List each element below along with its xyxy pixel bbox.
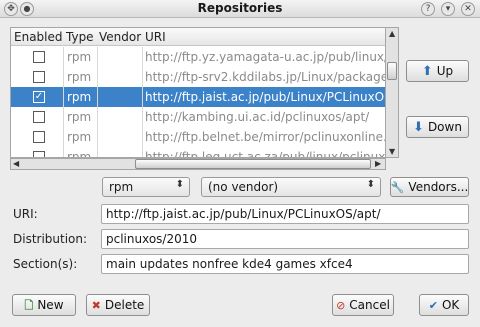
column-separator [142, 107, 143, 127]
column-separator [63, 107, 64, 127]
table-row[interactable]: rpm http://ftp.yz.yamagata-u.ac.jp/pub/li… [11, 47, 385, 67]
enabled-checkbox[interactable]: ✓ [33, 91, 45, 103]
column-separator [63, 87, 64, 107]
scroll-right-arrow-icon[interactable]: ▶ [375, 159, 381, 168]
vendor-select[interactable]: (no vendor) ⬍ [201, 177, 381, 197]
sections-field[interactable]: main updates nonfree kde4 games xfce4 [101, 254, 469, 274]
type-cell: rpm [67, 70, 92, 84]
uri-cell: http://ftp.jaist.ac.jp/pub/Linux/PCLinux… [145, 90, 386, 104]
delete-x-icon: ✖ [91, 298, 101, 312]
table-row[interactable]: rpm http://ftp.belnet.be/mirror/pclinuxon… [11, 127, 385, 147]
column-separator [63, 147, 64, 157]
type-select[interactable]: rpm ⬍ [102, 177, 190, 197]
column-separator [63, 47, 64, 67]
column-header-type[interactable]: Type [66, 30, 94, 44]
uri-cell: http://kambing.ui.ac.id/pclinuxos/apt/ [145, 110, 370, 124]
table-vertical-scrollbar[interactable]: ▲ ▼ [386, 27, 399, 158]
arrow-up-icon: ⬆ [421, 63, 433, 79]
distribution-field[interactable]: pclinuxos/2010 [101, 229, 469, 249]
ok-button[interactable]: ✔ OK [419, 294, 469, 316]
uri-label: URI: [13, 207, 38, 221]
cancel-button-label: Cancel [349, 298, 390, 312]
cancel-circle-icon: ⊘ [336, 298, 346, 312]
vendors-button[interactable]: 🔧 Vendors... [390, 177, 469, 197]
sections-label: Section(s): [13, 257, 78, 271]
delete-button-label: Delete [104, 298, 145, 312]
updown-caret-icon: ⬍ [175, 179, 184, 190]
table-row[interactable]: rpm http://kambing.ui.ac.id/pclinuxos/apt… [11, 107, 385, 127]
column-separator [97, 147, 98, 157]
updown-caret-icon: ⬍ [366, 179, 375, 190]
cancel-button[interactable]: ⊘ Cancel [332, 294, 394, 316]
table-row[interactable]: ✓ rpm http://ftp.jaist.ac.jp/pub/Linux/PCL… [11, 87, 385, 107]
scroll-down-arrow-icon[interactable]: ▼ [389, 147, 395, 156]
checkmark-icon: ✔ [428, 298, 438, 312]
column-separator [97, 47, 98, 67]
column-separator [142, 127, 143, 147]
column-header-uri[interactable]: URI [145, 30, 166, 44]
uri-cell: http://ftp-srv2.kddilabs.jp/Linux/packag… [145, 70, 386, 84]
column-separator [142, 47, 143, 67]
table-header: Enabled Type Vendor URI [11, 28, 385, 46]
move-up-button[interactable]: ⬆ Up [406, 60, 469, 82]
column-separator [97, 127, 98, 147]
new-button[interactable]: 🗋 New [12, 294, 76, 316]
column-separator [142, 87, 143, 107]
help-icon[interactable]: ? [421, 2, 435, 16]
column-header-enabled[interactable]: Enabled [14, 30, 63, 44]
enabled-checkbox[interactable] [33, 111, 45, 123]
type-cell: rpm [67, 50, 92, 64]
enabled-checkbox[interactable] [33, 131, 45, 143]
horizontal-scroll-thumb[interactable] [135, 159, 371, 169]
scroll-left-arrow-icon[interactable]: ◀ [13, 159, 19, 168]
minimize-icon[interactable]: ▾ [441, 2, 455, 16]
uri-cell: http://ftp.leg.uct.ac.za/pub/linux/pclin… [145, 150, 386, 158]
window-title: Repositories [197, 1, 283, 15]
type-cell: rpm [67, 150, 92, 158]
new-button-label: New [37, 298, 64, 312]
type-select-value: rpm [109, 180, 134, 194]
wrench-icon: 🔧 [390, 180, 405, 194]
title-bar: ✥ ● Repositories ? ▾ ✕ [0, 0, 480, 18]
column-separator [97, 67, 98, 87]
column-separator [97, 107, 98, 127]
distribution-label: Distribution: [13, 232, 88, 246]
table-row[interactable]: rpm http://ftp-srv2.kddilabs.jp/Linux/pac… [11, 67, 385, 87]
move-down-button[interactable]: ⬇ Down [406, 116, 469, 138]
enabled-checkbox[interactable] [33, 151, 45, 157]
uri-field[interactable]: http://ftp.jaist.ac.jp/pub/Linux/PCLinux… [101, 204, 469, 224]
vertical-scroll-thumb[interactable] [387, 62, 397, 80]
column-separator [97, 87, 98, 107]
column-separator [142, 67, 143, 87]
move-up-label: Up [436, 64, 454, 78]
column-header-vendor[interactable]: Vendor [99, 30, 141, 44]
type-cell: rpm [67, 90, 92, 104]
move-down-label: Down [427, 120, 462, 134]
uri-cell: http://ftp.yz.yamagata-u.ac.jp/pub/linux… [145, 50, 385, 64]
vendor-select-value: (no vendor) [208, 180, 279, 194]
type-cell: rpm [67, 110, 92, 124]
repository-table[interactable]: Enabled Type Vendor URI rpm http://ftp.yz… [10, 27, 386, 158]
vendors-button-label: Vendors... [408, 180, 469, 194]
close-icon[interactable]: ✕ [461, 2, 475, 16]
ok-button-label: OK [441, 298, 460, 312]
arrow-down-icon: ⬇ [413, 119, 424, 135]
column-separator [142, 147, 143, 157]
new-document-icon: 🗋 [24, 298, 34, 312]
column-separator [63, 127, 64, 147]
uri-cell: http://ftp.belnet.be/mirror/pclinuxonlin… [145, 130, 385, 144]
enabled-checkbox[interactable] [33, 71, 45, 83]
delete-button[interactable]: ✖ Delete [86, 294, 150, 316]
column-separator [63, 67, 64, 87]
scroll-up-arrow-icon[interactable]: ▲ [389, 29, 395, 38]
table-horizontal-scrollbar[interactable]: ◀ ▶ [10, 158, 386, 170]
enabled-checkbox[interactable] [33, 51, 45, 63]
type-cell: rpm [67, 130, 92, 144]
table-row[interactable]: rpm http://ftp.leg.uct.ac.za/pub/linux/pc… [11, 147, 386, 158]
